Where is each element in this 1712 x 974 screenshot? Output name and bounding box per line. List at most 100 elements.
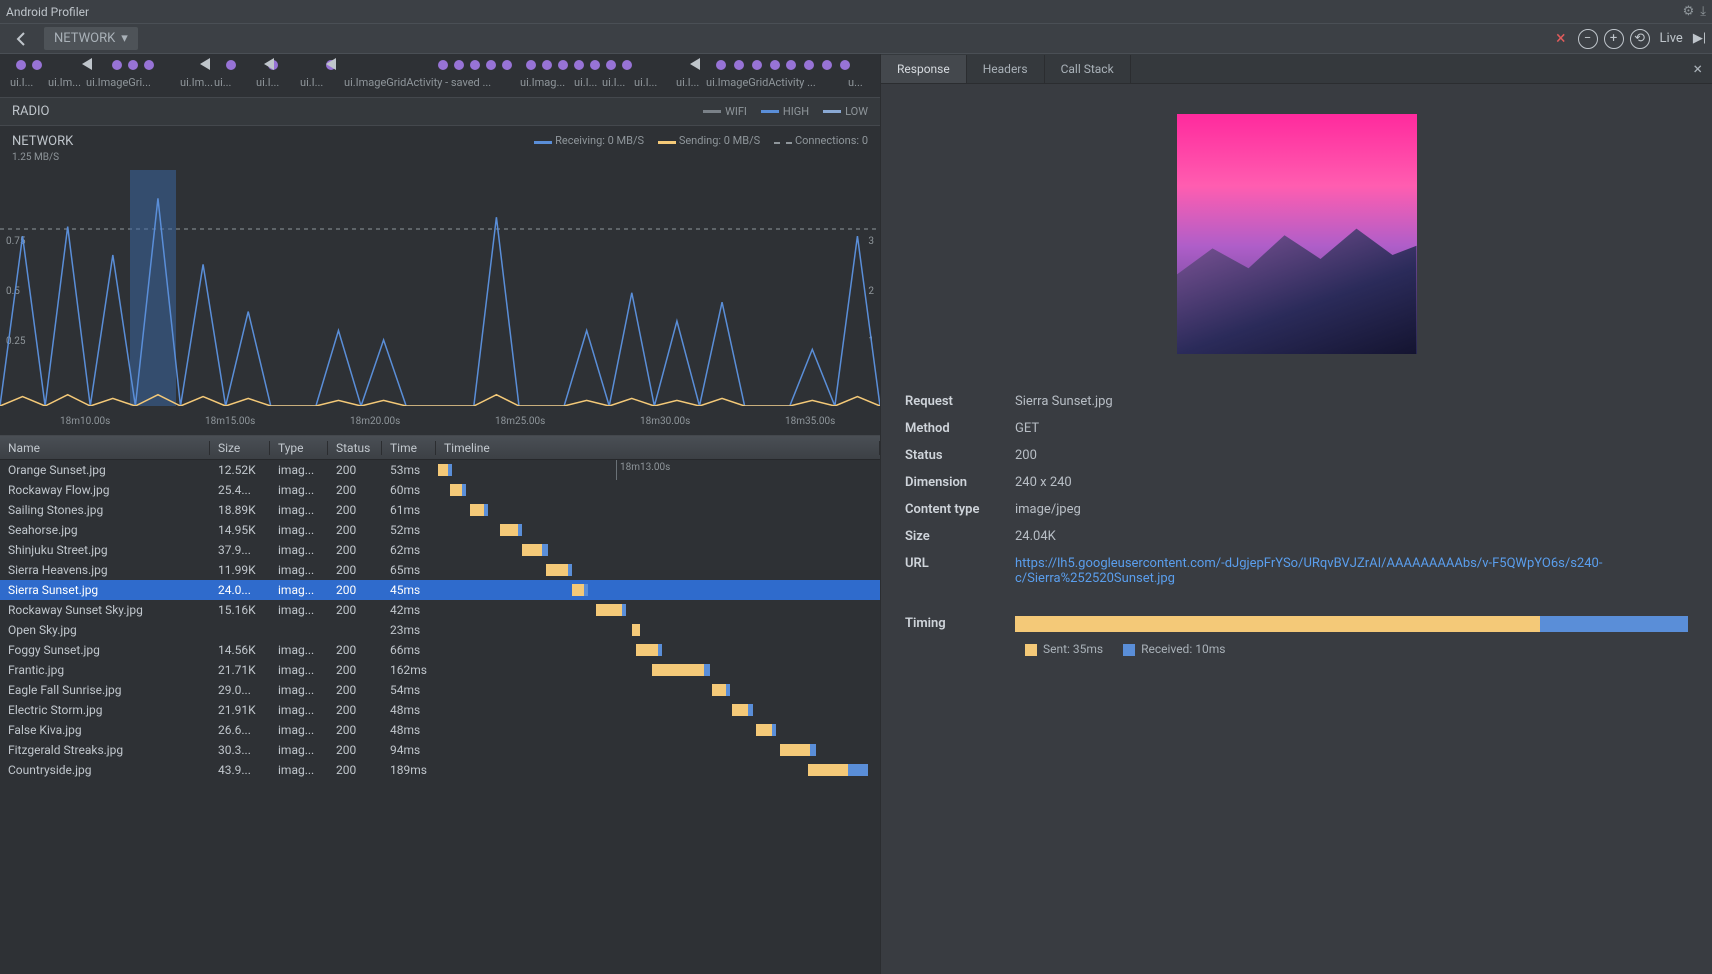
profiler-dropdown[interactable]: NETWORK ▾	[44, 27, 138, 50]
table-row[interactable]: Rockaway Flow.jpg25.4...imag...20060ms	[0, 480, 880, 500]
event-dot	[542, 60, 552, 70]
event-dot	[470, 60, 480, 70]
events-timeline[interactable]: ui.I...ui.Im...ui.ImageGri...ui.Im...ui.…	[0, 54, 880, 98]
cell-type: imag...	[270, 483, 328, 497]
table-row[interactable]: Electric Storm.jpg21.91Kimag...20048ms	[0, 700, 880, 720]
cell-time: 48ms	[382, 723, 436, 737]
chart-x-tick: 18m35.00s	[785, 416, 835, 427]
detail-tabs: Response Headers Call Stack ×	[881, 54, 1712, 84]
table-row[interactable]: Foggy Sunset.jpg14.56Kimag...20066ms	[0, 640, 880, 660]
cell-time: 65ms	[382, 563, 436, 577]
event-label[interactable]: ui.I...	[634, 76, 664, 89]
col-size[interactable]: Size	[210, 441, 270, 455]
cell-timeline	[436, 740, 880, 760]
event-dot	[144, 60, 154, 70]
cell-status: 200	[328, 663, 382, 677]
event-label[interactable]: ui.Im...	[48, 76, 82, 89]
event-label[interactable]: ui.ImageGridActivity - saved ...	[344, 76, 504, 89]
cell-time: 52ms	[382, 523, 436, 537]
zoom-out-button[interactable]: −	[1578, 29, 1598, 49]
event-label[interactable]: ui.I...	[574, 76, 604, 89]
cell-size: 18.89K	[210, 503, 270, 517]
close-detail-button[interactable]: ×	[1683, 59, 1712, 78]
event-label[interactable]: ui.I...	[602, 76, 632, 89]
table-row[interactable]: Sierra Heavens.jpg11.99Kimag...20065ms	[0, 560, 880, 580]
table-row[interactable]: Open Sky.jpg23ms	[0, 620, 880, 640]
back-button[interactable]	[6, 29, 38, 49]
detail-value: image/jpeg	[1015, 502, 1688, 517]
detail-field: RequestSierra Sunset.jpg	[905, 394, 1688, 409]
zoom-in-button[interactable]: +	[1604, 29, 1624, 49]
tab-callstack[interactable]: Call Stack	[1045, 55, 1131, 83]
table-row[interactable]: Seahorse.jpg14.95Kimag...20052ms	[0, 520, 880, 540]
detail-value: 24.04K	[1015, 529, 1688, 544]
network-chart[interactable]: NETWORK 1.25 MB/S Receiving: 0 MB/S Send…	[0, 126, 880, 436]
table-row[interactable]: Fitzgerald Streaks.jpg30.3...imag...2009…	[0, 740, 880, 760]
detail-value: 240 x 240	[1015, 475, 1688, 490]
chevron-down-icon: ▾	[121, 31, 128, 46]
detail-value: Sierra Sunset.jpg	[1015, 394, 1688, 409]
event-label[interactable]: ui.I...	[256, 76, 286, 89]
table-row[interactable]: Frantic.jpg21.71Kimag...200162ms	[0, 660, 880, 680]
download-icon[interactable]: ⤓	[1700, 4, 1706, 19]
cell-status: 200	[328, 503, 382, 517]
cell-type: imag...	[270, 563, 328, 577]
detail-key: Request	[905, 394, 1015, 409]
cell-time: 189ms	[382, 763, 436, 777]
cell-size: 21.71K	[210, 663, 270, 677]
table-row[interactable]: Rockaway Sunset Sky.jpg15.16Kimag...2004…	[0, 600, 880, 620]
table-row[interactable]: Orange Sunset.jpg12.52Kimag...20053ms18m…	[0, 460, 880, 480]
table-row[interactable]: Eagle Fall Sunrise.jpg29.0...imag...2005…	[0, 680, 880, 700]
detail-body: RequestSierra Sunset.jpgMethodGETStatus2…	[881, 84, 1712, 974]
event-label[interactable]: ui...	[214, 76, 240, 89]
event-label[interactable]: ui.I...	[676, 76, 706, 89]
col-type[interactable]: Type	[270, 441, 328, 455]
event-label[interactable]: ui.I...	[10, 76, 40, 89]
cell-status: 200	[328, 563, 382, 577]
close-button[interactable]: ×	[1550, 28, 1572, 49]
table-row[interactable]: Sierra Sunset.jpg24.0...imag...20045ms	[0, 580, 880, 600]
col-status[interactable]: Status	[328, 441, 382, 455]
reset-zoom-button[interactable]: ⟲	[1630, 29, 1650, 49]
table-row[interactable]: Sailing Stones.jpg18.89Kimag...20061ms	[0, 500, 880, 520]
cell-status: 200	[328, 643, 382, 657]
cell-timeline	[436, 600, 880, 620]
event-label[interactable]: ui.I...	[300, 76, 330, 89]
col-name[interactable]: Name	[0, 441, 210, 455]
col-time[interactable]: Time	[382, 441, 436, 455]
cell-size: 14.95K	[210, 523, 270, 537]
cell-timeline	[436, 540, 880, 560]
event-dot	[226, 60, 236, 70]
event-label[interactable]: ui.ImageGridActivity ...	[706, 76, 826, 89]
cell-time: 45ms	[382, 583, 436, 597]
cell-status: 200	[328, 583, 382, 597]
gear-icon[interactable]: ⚙	[1683, 4, 1695, 19]
detail-field: Size24.04K	[905, 529, 1688, 544]
tab-response[interactable]: Response	[881, 55, 967, 83]
cell-size: 30.3...	[210, 743, 270, 757]
table-body: Orange Sunset.jpg12.52Kimag...20053ms18m…	[0, 460, 880, 974]
cell-name: Seahorse.jpg	[0, 523, 210, 537]
tab-headers[interactable]: Headers	[967, 55, 1045, 83]
cell-timeline	[436, 520, 880, 540]
cell-size: 43.9...	[210, 763, 270, 777]
table-row[interactable]: False Kiva.jpg26.6...imag...20048ms	[0, 720, 880, 740]
chart-x-tick: 18m15.00s	[205, 416, 255, 427]
event-label[interactable]: u...	[848, 76, 868, 89]
table-row[interactable]: Shinjuku Street.jpg37.9...imag...20062ms	[0, 540, 880, 560]
live-label: Live	[1660, 31, 1683, 46]
cell-time: 42ms	[382, 603, 436, 617]
event-triangle-icon	[264, 58, 274, 70]
event-label[interactable]: ui.ImageGri...	[86, 76, 164, 89]
table-row[interactable]: Countryside.jpg43.9...imag...200189ms	[0, 760, 880, 780]
cell-status: 200	[328, 743, 382, 757]
detail-key: Content type	[905, 502, 1015, 517]
col-timeline[interactable]: Timeline	[436, 441, 880, 455]
cell-time: 48ms	[382, 703, 436, 717]
detail-key: Method	[905, 421, 1015, 436]
event-label[interactable]: ui.Imag...	[520, 76, 576, 89]
jump-to-end-button[interactable]: ▶|	[1693, 31, 1706, 46]
cell-type: imag...	[270, 723, 328, 737]
cell-timeline	[436, 720, 880, 740]
detail-value[interactable]: https://lh5.googleusercontent.com/-dJgje…	[1015, 556, 1688, 586]
